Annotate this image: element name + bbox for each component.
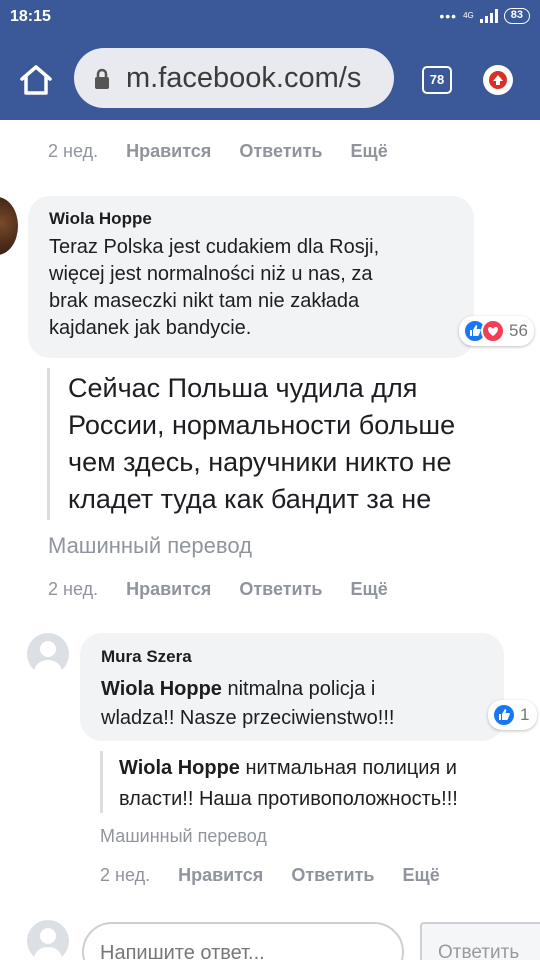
- signal-icon: [479, 9, 498, 23]
- status-time: 18:15: [10, 8, 51, 25]
- translated-text: Сейчас Польша чудила для России, нормаль…: [47, 368, 540, 520]
- love-icon: [481, 319, 505, 343]
- comment-bubble[interactable]: Wiola Hoppe Teraz Polska jest cudakiem d…: [28, 196, 474, 358]
- avatar[interactable]: [27, 633, 69, 675]
- comment-text: Teraz Polska jest cudakiem dla Rosji, wi…: [49, 236, 380, 339]
- reply-bubble[interactable]: Mura Szera Wiola Hoppe nitmalna policja …: [80, 633, 504, 741]
- update-button[interactable]: [483, 65, 513, 95]
- home-icon: [20, 65, 52, 95]
- notification-dots-icon: •••: [439, 8, 458, 24]
- update-icon: [493, 75, 503, 85]
- avatar: [27, 920, 69, 960]
- address-bar[interactable]: m.facebook.com/s: [74, 48, 394, 108]
- comment-time[interactable]: 2 нед.: [48, 141, 98, 162]
- reply-link[interactable]: Ответить: [239, 141, 322, 162]
- reply-text: Wiola Hoppe nitmalna policja i wladza!! …: [101, 678, 395, 729]
- reply-actions: 2 нед. Нравится Ответить Ещё: [100, 865, 468, 886]
- reaction-count: 1: [520, 705, 530, 724]
- mention-link[interactable]: Wiola Hoppe: [101, 678, 222, 700]
- reply-time[interactable]: 2 нед.: [100, 865, 150, 886]
- like-icon: [492, 703, 516, 727]
- comment-time[interactable]: 2 нед.: [48, 579, 98, 600]
- machine-translation-label[interactable]: Машинный перевод: [100, 826, 267, 847]
- reaction-count: 56: [509, 321, 528, 340]
- reactions-badge[interactable]: 56: [459, 316, 534, 346]
- more-link[interactable]: Ещё: [351, 141, 388, 162]
- comment-author[interactable]: Wiola Hoppe: [49, 209, 152, 229]
- comment-actions: 2 нед. Нравится Ответить Ещё: [48, 141, 416, 162]
- more-link[interactable]: Ещё: [351, 579, 388, 600]
- reply-link[interactable]: Ответить: [239, 579, 322, 600]
- comment-actions: 2 нед. Нравится Ответить Ещё: [48, 579, 416, 600]
- url-text: m.facebook.com/s: [126, 62, 362, 94]
- browser-toolbar: m.facebook.com/s 78: [0, 36, 540, 120]
- reply-send-button[interactable]: Ответить: [420, 922, 540, 960]
- home-button[interactable]: [14, 58, 58, 102]
- status-icons: ••• 4G 83: [439, 8, 530, 24]
- like-link[interactable]: Нравится: [178, 865, 263, 886]
- reply-input[interactable]: Напишите ответ...: [82, 922, 404, 960]
- network-type: 4G: [463, 11, 474, 20]
- tabs-button[interactable]: 78: [422, 66, 452, 94]
- status-bar: 18:15 ••• 4G 83: [0, 0, 540, 36]
- avatar[interactable]: [0, 197, 18, 255]
- like-link[interactable]: Нравится: [126, 579, 211, 600]
- machine-translation-label[interactable]: Машинный перевод: [48, 533, 252, 559]
- reactions-badge[interactable]: 1: [488, 700, 538, 730]
- more-link[interactable]: Ещё: [403, 865, 440, 886]
- lock-icon: [95, 68, 109, 89]
- translated-text: Wiola Hoppe нитмальная полиция и власти!…: [100, 751, 540, 813]
- reply-author[interactable]: Mura Szera: [101, 647, 192, 667]
- battery-icon: 83: [503, 8, 530, 24]
- reply-input-placeholder: Напишите ответ...: [100, 942, 265, 960]
- like-link[interactable]: Нравится: [126, 141, 211, 162]
- reply-link[interactable]: Ответить: [291, 865, 374, 886]
